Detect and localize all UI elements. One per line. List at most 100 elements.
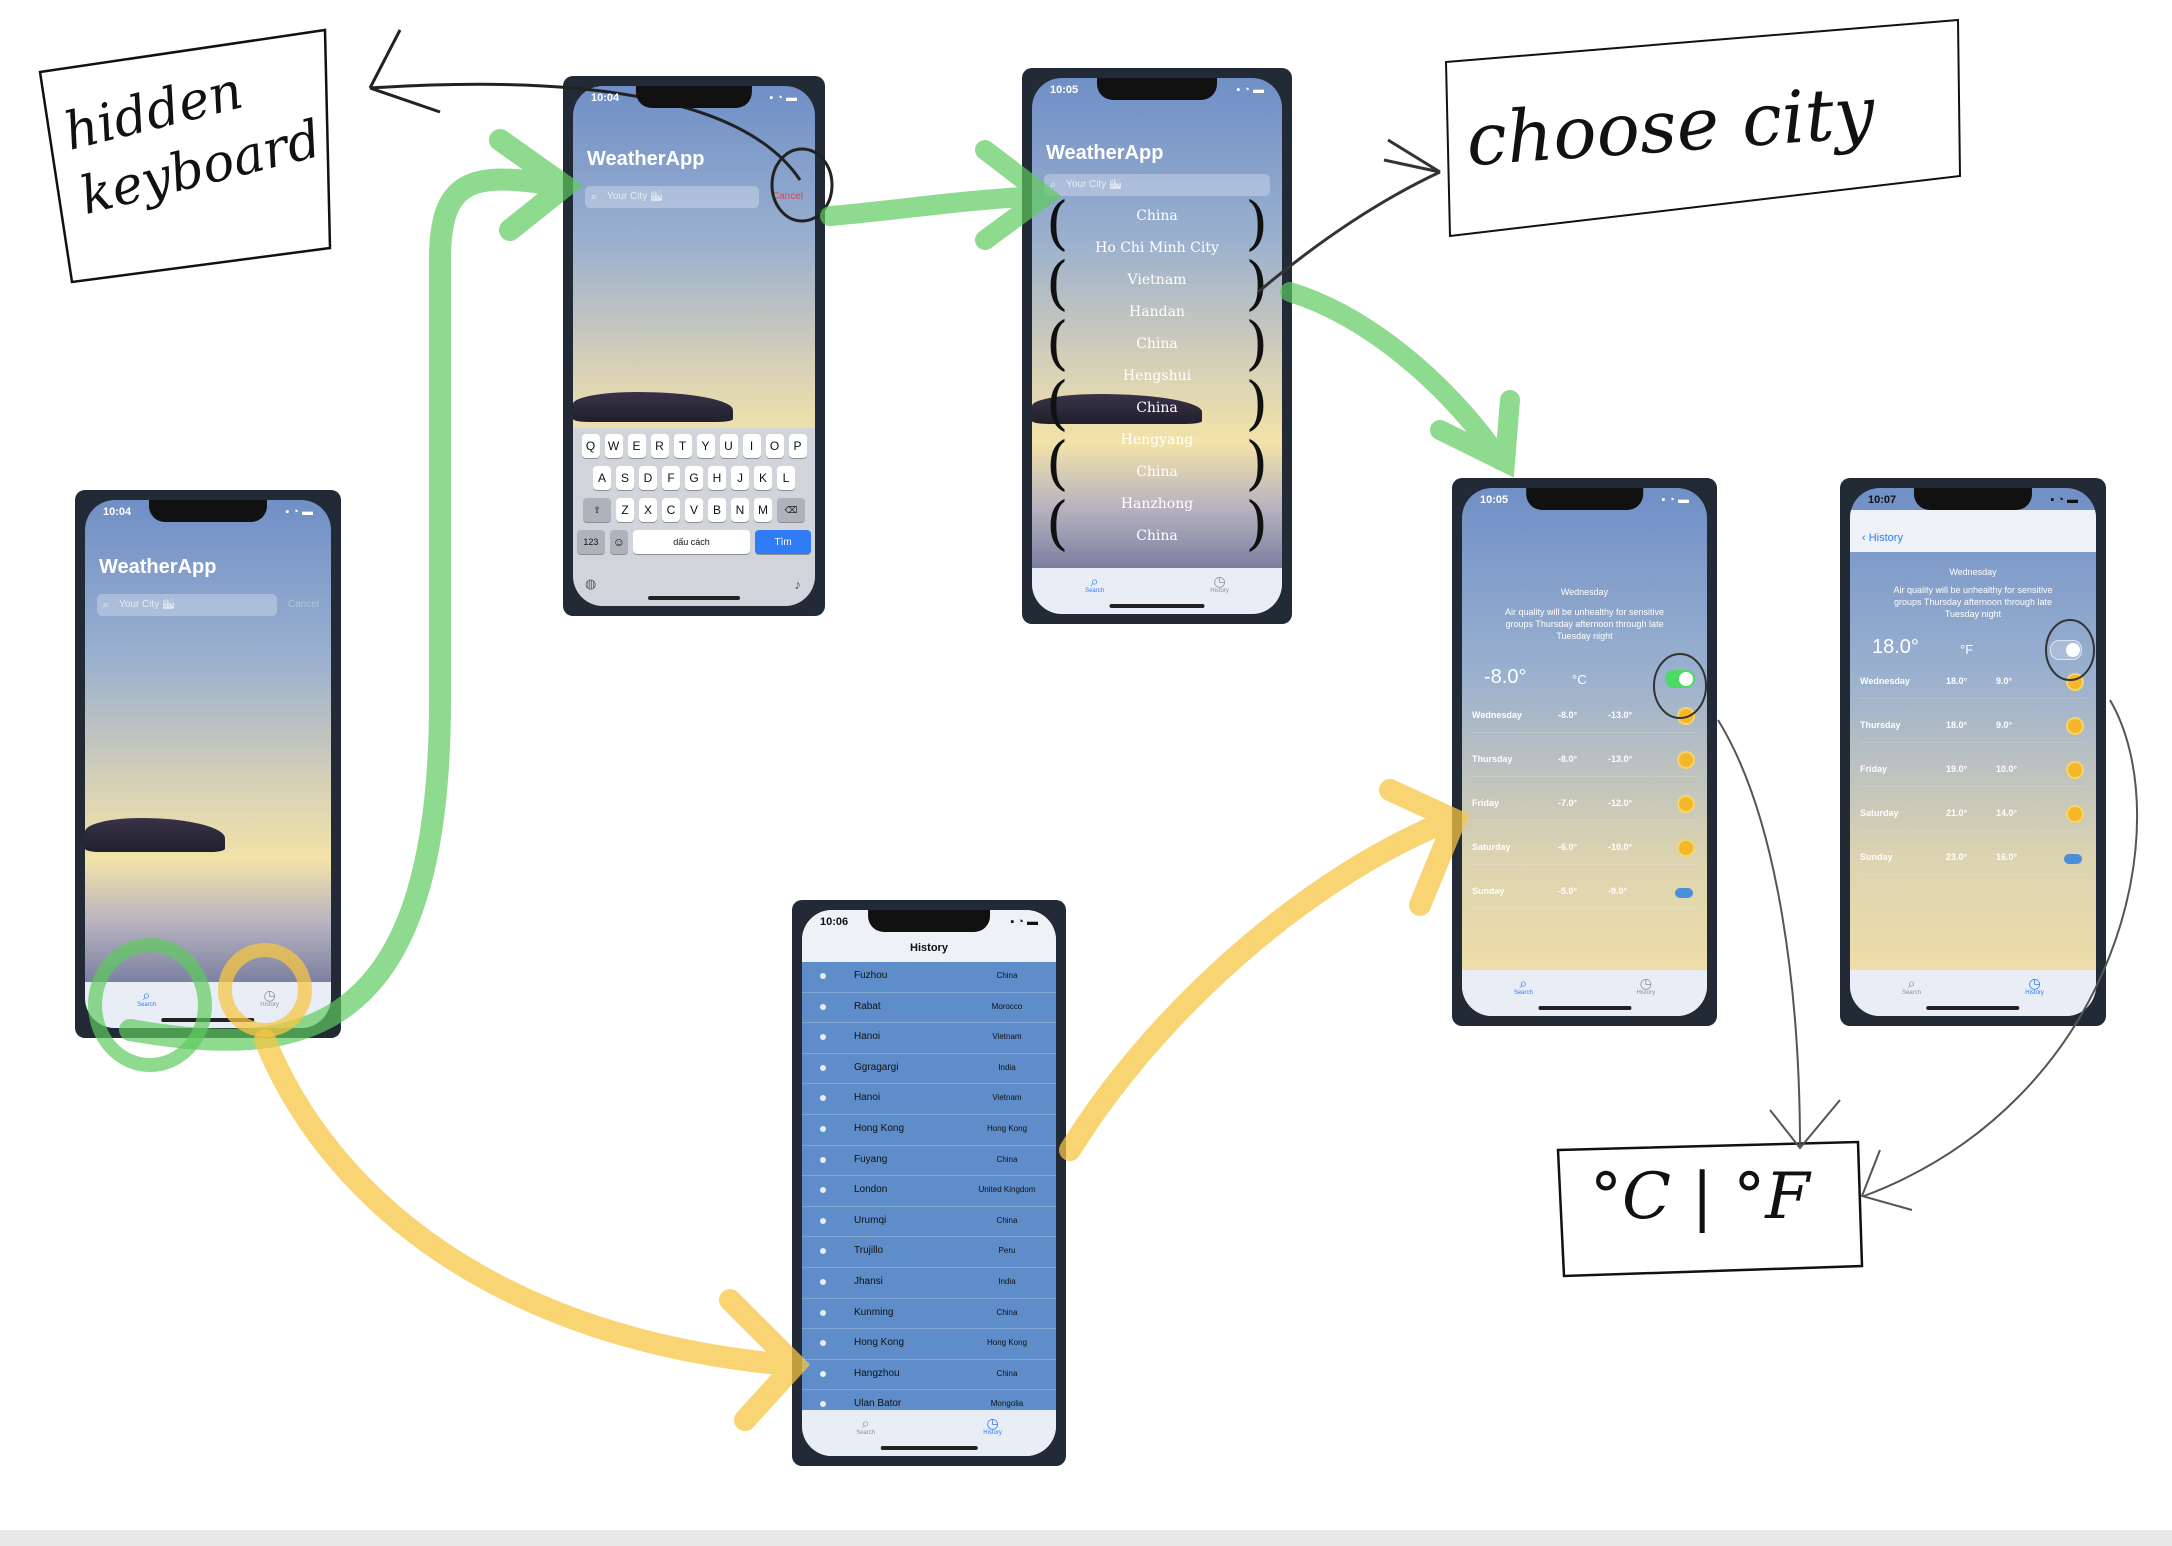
key-k[interactable]: K [754,466,772,490]
tab-history[interactable]: ◷ History [1637,976,1656,996]
history-row[interactable]: Fuyang China [802,1146,1056,1177]
key-n[interactable]: N [731,498,749,522]
space-key[interactable]: dấu cách [632,530,751,554]
key-r[interactable]: R [650,434,669,458]
unit-toggle[interactable] [2050,640,2082,660]
key-m[interactable]: M [754,498,772,522]
key-p[interactable]: P [788,434,807,458]
keyboard-row-2: ASDFGHJKL [577,466,811,490]
key-g[interactable]: G [685,466,703,490]
key-b[interactable]: B [708,498,726,522]
tab-search[interactable]: ⌕ Search [1902,976,1921,996]
city-picker[interactable]: China Ho Chi Minh City Vietnam Handan China H… [1032,194,1282,572]
history-row[interactable]: Hong Kong Hong Kong [802,1329,1056,1360]
key-u[interactable]: U [719,434,738,458]
search-icon: ⌕ [1090,573,1099,589]
search-input[interactable]: ⌕ Your City 🏙 [585,186,759,208]
emoji-key[interactable]: ☺ [609,530,628,554]
history-dot-icon [820,1217,826,1224]
key-y[interactable]: Y [696,434,715,458]
numbers-key[interactable]: 123 [577,530,605,554]
status-time: 10:05 [1050,84,1079,96]
sun-icon [1679,709,1693,723]
tab-history-label: History [1210,588,1229,594]
history-dot-icon [820,1340,826,1347]
tab-search[interactable]: ⌕ Search [137,988,156,1008]
history-row[interactable]: Ulan Bator Mongolia [802,1390,1056,1410]
unit-switch-label: °C | °F [1590,1160,1810,1234]
shift-key[interactable]: ⇧ [583,498,611,522]
tab-search[interactable]: ⌕ Search [856,1416,875,1436]
clock-icon: ◷ [2028,975,2041,991]
key-j[interactable]: J [731,466,749,490]
history-dot-icon [820,973,826,979]
key-h[interactable]: H [708,466,726,490]
forecast-high: 18.0° [1946,676,1968,686]
history-row[interactable]: Hanoi Vietnam [802,1084,1056,1115]
history-row[interactable]: Trujillo Peru [802,1237,1056,1268]
unit-toggle[interactable] [1665,670,1695,688]
key-o[interactable]: O [765,434,784,458]
key-e[interactable]: E [627,434,646,458]
picker-screen: 10:05 ▪ ◔ ▬ WeatherApp ⌕ Your City 🏙 China… [1032,78,1282,614]
microphone-icon[interactable]: ♪ [795,577,802,592]
search-input[interactable]: ⌕ Your City 🏙 [1044,174,1270,196]
key-l[interactable]: L [777,466,795,490]
forecast-row: Friday 19.0° 10.0° [1860,756,2086,787]
status-bar: 10:06 ▪ ◔ ▬ [820,916,1038,932]
forecast-row: Saturday -6.0° -10.0° [1472,834,1697,865]
search-go-key[interactable]: Tìm [755,530,812,554]
history-row[interactable]: Kunming China [802,1299,1056,1330]
key-s[interactable]: S [616,466,634,490]
key-w[interactable]: W [604,434,623,458]
tab-history-label: History [2025,990,2044,996]
key-d[interactable]: D [639,466,657,490]
key-z[interactable]: Z [616,498,634,522]
tab-history[interactable]: ◷ History [2025,976,2044,996]
globe-icon[interactable]: ◍ [585,576,596,592]
tab-history[interactable]: ◷ History [260,988,279,1008]
history-row[interactable]: Urumqi China [802,1207,1056,1238]
tab-search[interactable]: ⌕ Search [1085,574,1104,594]
tab-history[interactable]: ◷ History [1210,574,1229,594]
history-row[interactable]: London United Kingdom [802,1176,1056,1207]
day-label: Wednesday [1560,587,1609,597]
history-dot-icon [820,1095,826,1102]
history-country: China [996,1154,1018,1164]
history-city: Rabat [854,1000,881,1012]
forecast-day: Saturday [1472,842,1511,852]
history-row[interactable]: Jhansi India [802,1268,1056,1299]
history-row[interactable]: Fuzhou China [802,962,1056,993]
history-city: Hangzhou [854,1367,900,1379]
cancel-button[interactable]: Cancel [288,599,319,610]
picker-bracket-right: ) [1245,249,1268,317]
cancel-button[interactable]: Cancel [772,191,803,202]
key-a[interactable]: A [593,466,611,490]
history-row[interactable]: Hong Kong Hong Kong [802,1115,1056,1146]
history-city: London [854,1184,888,1196]
search-input[interactable]: ⌕ Your City 🏙 [97,594,277,616]
key-q[interactable]: Q [581,434,600,458]
tab-history[interactable]: ◷ History [983,1416,1002,1436]
picker-bracket-left: ( [1046,369,1069,437]
forecast-row: Sunday 23.0° 16.0° [1860,844,2086,875]
back-button[interactable]: ‹ History [1862,532,1903,544]
history-row[interactable]: Rabat Morocco [802,993,1056,1024]
key-v[interactable]: V [685,498,703,522]
history-city: Urumqi [854,1214,887,1226]
key-f[interactable]: F [662,466,680,490]
forecast-day: Thursday [1860,720,1901,730]
forecast-row: Wednesday -8.0° -13.0° [1472,702,1697,733]
history-row[interactable]: Hanoi Vietnam [802,1023,1056,1054]
tab-search[interactable]: ⌕ Search [1514,976,1533,996]
key-x[interactable]: X [639,498,657,522]
forecast-low: 9.0° [1996,676,2013,686]
history-row[interactable]: Ggragargi India [802,1054,1056,1085]
tab-search-label: Search [137,1002,157,1008]
key-i[interactable]: I [742,434,761,458]
key-c[interactable]: C [662,498,680,522]
history-row[interactable]: Hangzhou China [802,1360,1056,1391]
key-t[interactable]: T [673,434,692,458]
delete-key[interactable]: ⌫ [777,498,805,522]
forecast-row: Wednesday 18.0° 9.0° [1860,668,2086,699]
